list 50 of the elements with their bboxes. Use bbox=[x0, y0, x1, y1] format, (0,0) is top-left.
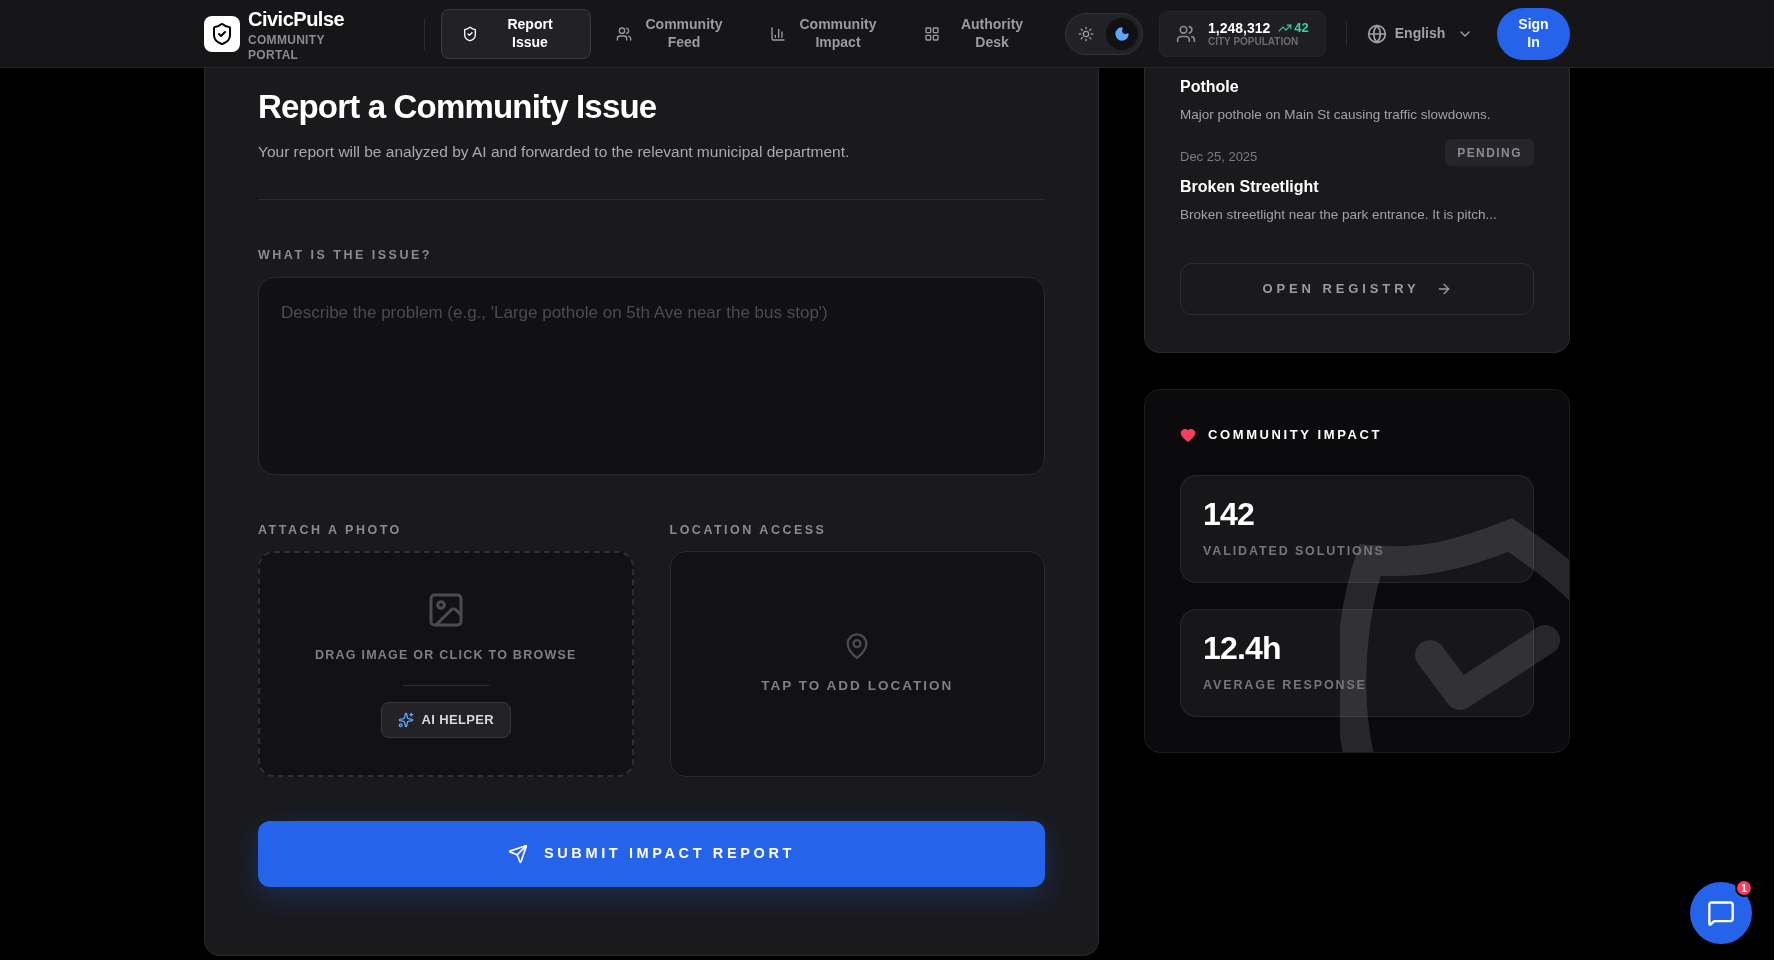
stat-label: VALIDATED SOLUTIONS bbox=[1203, 542, 1386, 560]
nav-tab[interactable]: Authority Desk bbox=[903, 8, 1053, 59]
form-subtitle: Your report will be analyzed by AI and forwarded to the relevant municipal department. bbox=[258, 141, 851, 162]
report-description: Major pothole on Main St causing traffic slowdowns. bbox=[1180, 106, 1492, 124]
brand-name: CivicPulse bbox=[248, 6, 345, 32]
dark-mode-button[interactable] bbox=[1106, 17, 1138, 50]
moon-icon bbox=[1114, 25, 1130, 42]
brand-subtitle: COMMUNITY PORTAL bbox=[248, 32, 326, 63]
population-value: 1,248,312 bbox=[1208, 20, 1271, 35]
population-label: CITY POPULATION bbox=[1208, 36, 1300, 47]
submit-button[interactable]: SUBMIT IMPACT REPORT bbox=[258, 821, 1045, 888]
users-icon bbox=[1176, 23, 1196, 44]
impact-title: COMMUNITY IMPACT bbox=[1208, 426, 1382, 444]
issue-field[interactable]: Describe the problem (e.g., 'Large pothole on 5th Ave near the bus stop') bbox=[258, 276, 1045, 475]
nav-tab[interactable]: Community Impact bbox=[749, 8, 899, 59]
send-icon bbox=[507, 844, 528, 865]
photo-label: ATTACH A PHOTO bbox=[258, 521, 403, 539]
status-badge: PENDING bbox=[1445, 139, 1534, 167]
stat-value: 12.4h bbox=[1203, 631, 1282, 664]
photo-dropzone[interactable]: DRAG IMAGE OR CLICK TO BROWSE AI HELPER bbox=[258, 551, 634, 778]
chat-icon bbox=[1707, 899, 1735, 927]
report-title: Pothole bbox=[1180, 77, 1240, 97]
report-description: Broken streetlight near the park entrance. It is pitch... bbox=[1180, 205, 1498, 224]
globe-icon bbox=[1366, 23, 1387, 44]
location-label: LOCATION ACCESS bbox=[669, 521, 828, 539]
issue-label: WHAT IS THE ISSUE? bbox=[258, 246, 433, 264]
heart-icon bbox=[1180, 426, 1196, 443]
open-registry-button[interactable]: OPEN REGISTRY bbox=[1180, 263, 1534, 315]
sparkles-icon bbox=[397, 712, 414, 729]
grid-icon bbox=[924, 25, 940, 42]
photo-prompt: DRAG IMAGE OR CLICK TO BROWSE bbox=[314, 647, 577, 665]
sign-in-button[interactable]: Sign In bbox=[1497, 7, 1570, 60]
logo-icon bbox=[204, 15, 240, 52]
report-date: Dec 25, 2025 bbox=[1180, 148, 1258, 167]
population-change: 42 bbox=[1278, 20, 1309, 35]
stat-label: AVERAGE RESPONSE bbox=[1203, 676, 1368, 694]
location-prompt: TAP TO ADD LOCATION bbox=[761, 677, 954, 696]
ai-helper-button[interactable]: AI HELPER bbox=[380, 702, 511, 739]
form-title: Report a Community Issue bbox=[258, 87, 658, 127]
bar-chart-icon bbox=[770, 25, 786, 42]
nav-tab[interactable]: Community Feed bbox=[595, 8, 745, 59]
notification-badge: 1 bbox=[1735, 879, 1753, 897]
location-box[interactable]: TAP TO ADD LOCATION bbox=[669, 551, 1045, 778]
users-icon bbox=[616, 25, 632, 42]
sun-icon bbox=[1078, 25, 1094, 42]
language-select[interactable]: English bbox=[1366, 23, 1474, 44]
stat-value: 142 bbox=[1203, 497, 1255, 530]
nav-tab[interactable]: Report Issue bbox=[441, 8, 591, 59]
report-title: Broken Streetlight bbox=[1180, 176, 1320, 197]
shield-icon bbox=[462, 25, 478, 42]
